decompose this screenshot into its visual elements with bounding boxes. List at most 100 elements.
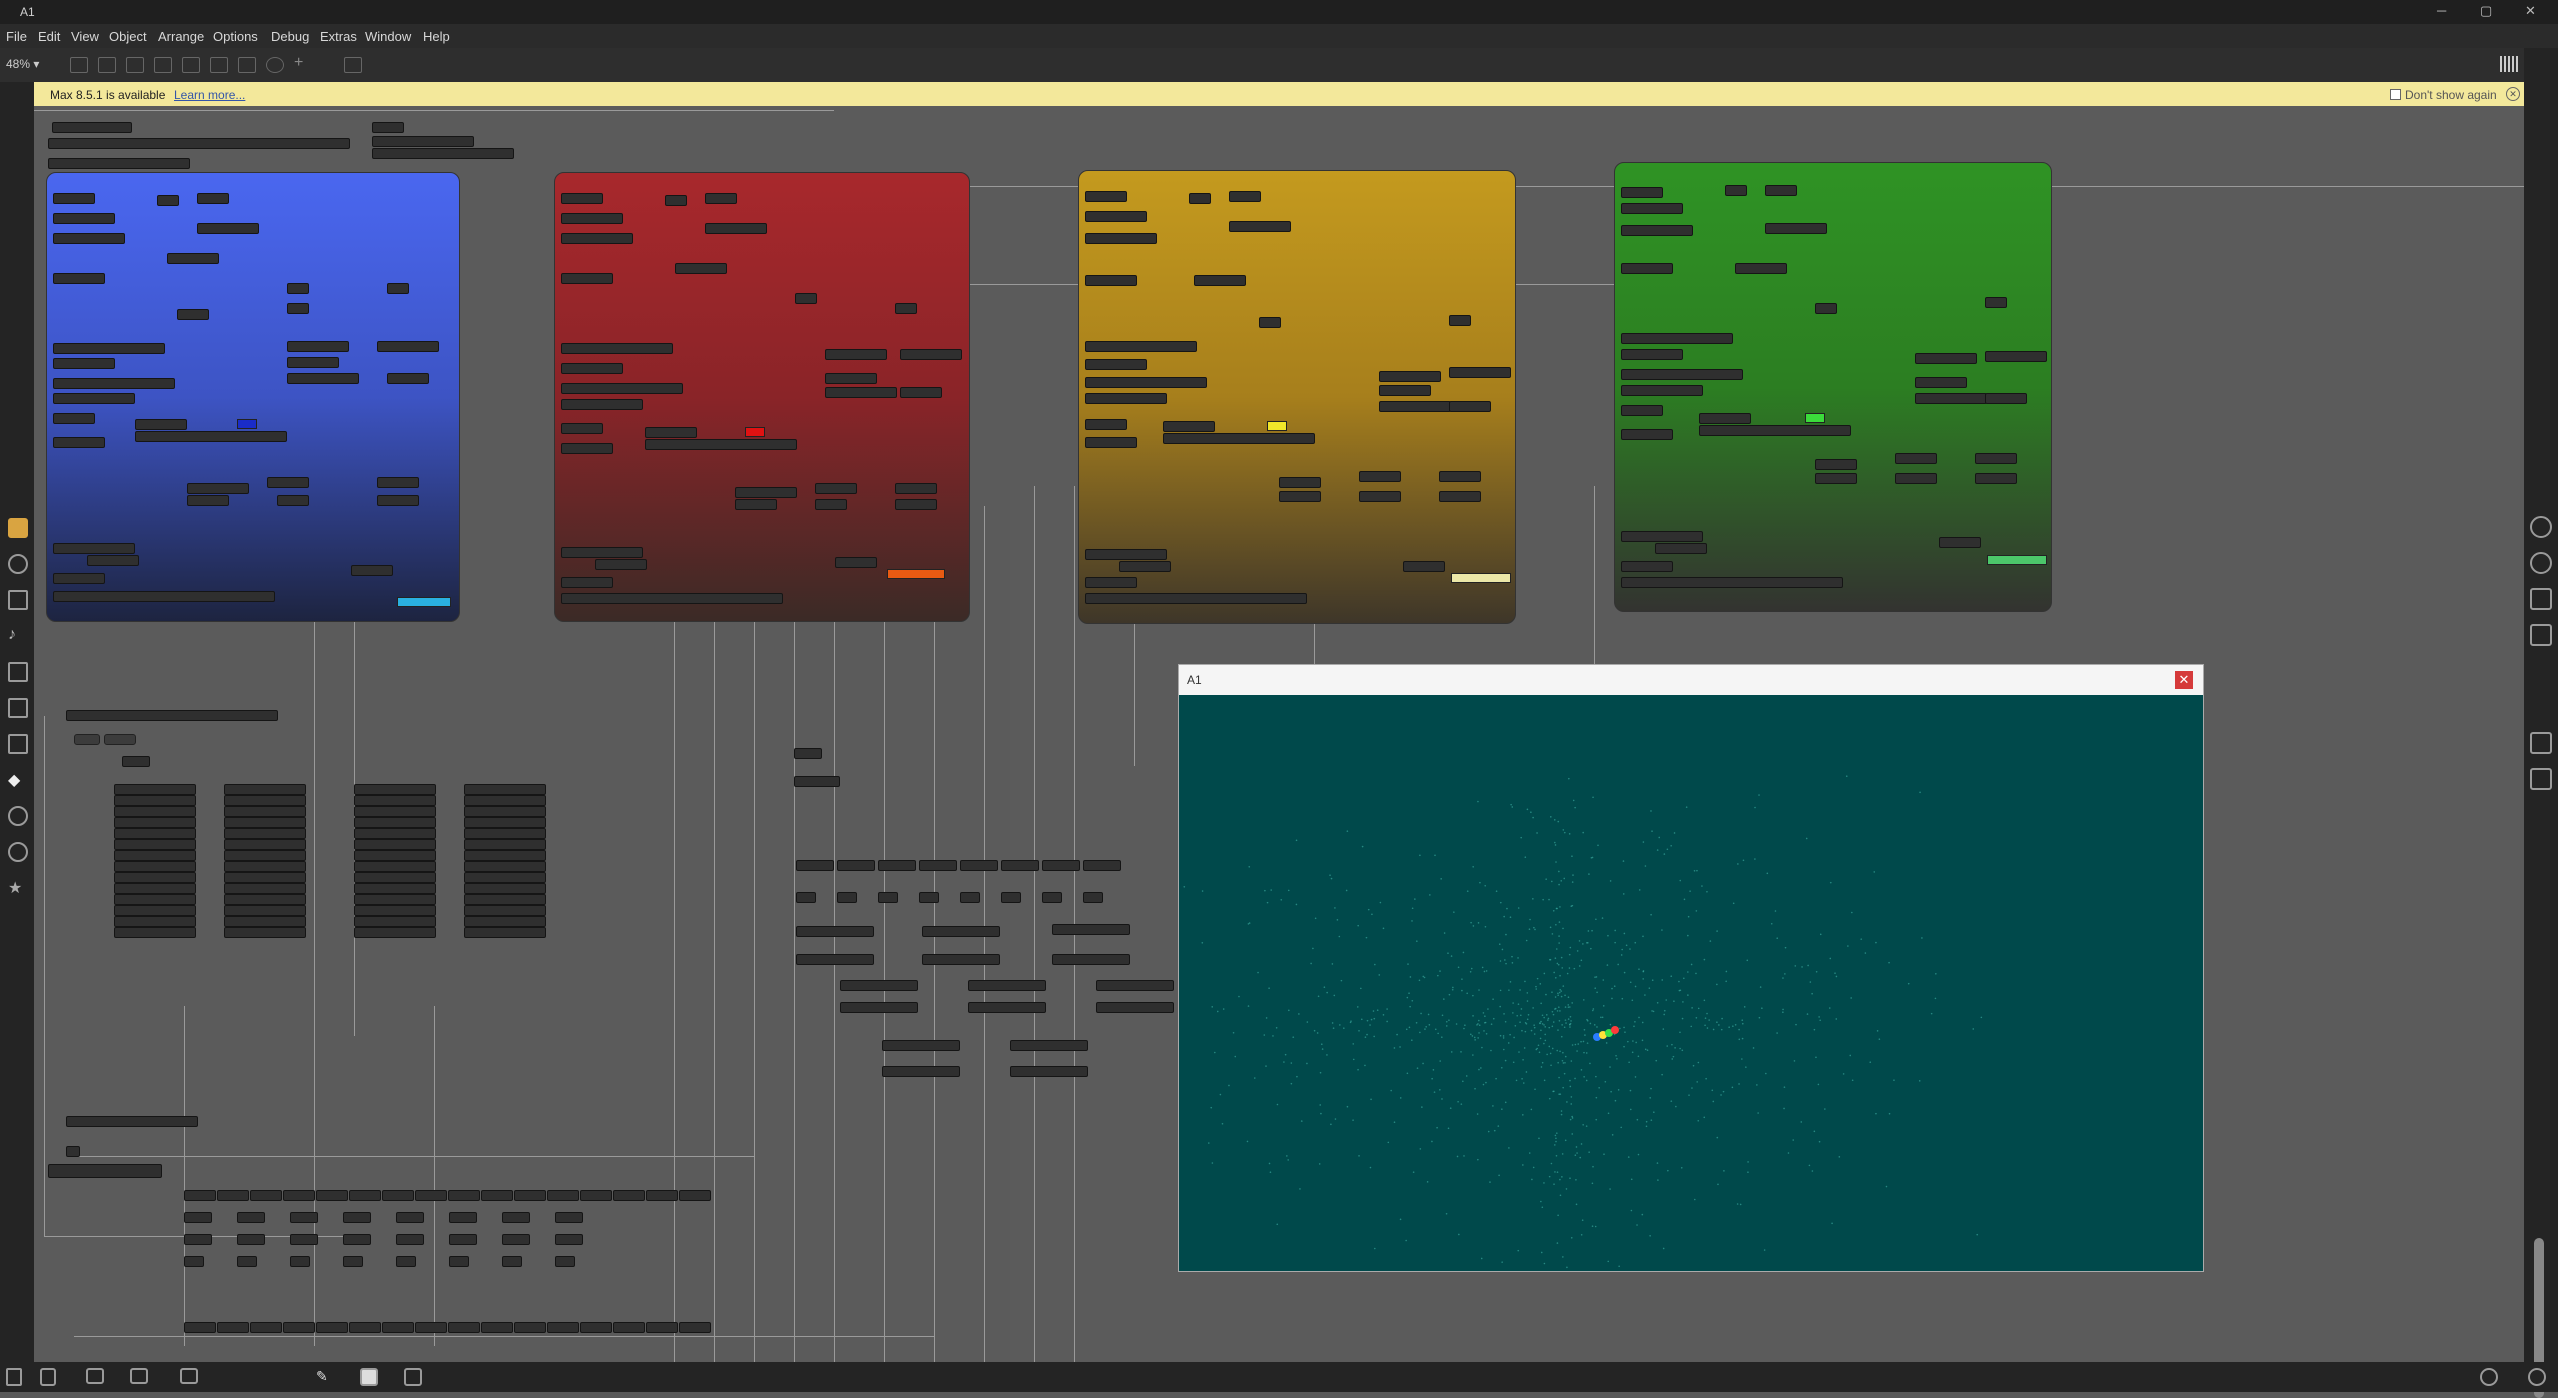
subscribe-object[interactable] <box>114 905 196 916</box>
paste-icon[interactable] <box>8 842 28 862</box>
subscribe-object[interactable] <box>114 850 196 861</box>
route-object[interactable] <box>613 1322 645 1333</box>
publish-object[interactable] <box>840 1002 918 1013</box>
route-object[interactable] <box>547 1190 579 1201</box>
forward-object[interactable] <box>237 1234 265 1245</box>
publish-object[interactable] <box>922 954 1000 965</box>
route-object[interactable] <box>448 1322 480 1333</box>
menu-file[interactable]: File <box>6 29 27 44</box>
search-icon[interactable] <box>2530 516 2552 538</box>
route-object[interactable] <box>837 860 875 871</box>
route-object[interactable] <box>316 1322 348 1333</box>
route-object[interactable] <box>481 1190 513 1201</box>
publish-object[interactable] <box>1010 1066 1088 1077</box>
menu-object[interactable]: Object <box>109 29 147 44</box>
publish-object[interactable] <box>882 1066 960 1077</box>
publish-object[interactable] <box>796 954 874 965</box>
number-box[interactable] <box>290 1256 310 1267</box>
play-step-icon[interactable] <box>8 662 28 682</box>
menu-arrange[interactable]: Arrange <box>158 29 204 44</box>
publish-object[interactable] <box>840 980 918 991</box>
image-icon[interactable] <box>8 698 28 718</box>
route-object[interactable] <box>919 860 957 871</box>
patcher-icon[interactable] <box>344 57 362 73</box>
route-object[interactable] <box>878 860 916 871</box>
menu-help[interactable]: Help <box>423 29 450 44</box>
publish-object[interactable] <box>922 926 1000 937</box>
message-icon[interactable] <box>98 57 116 73</box>
subscribe-object[interactable] <box>354 927 436 938</box>
subscribe-object[interactable] <box>114 817 196 828</box>
subscribe-object[interactable] <box>464 839 546 850</box>
subscribe-object[interactable] <box>464 872 546 883</box>
subscribe-object[interactable] <box>464 784 546 795</box>
number-box[interactable] <box>555 1256 575 1267</box>
subscribe-object[interactable] <box>354 806 436 817</box>
close-notice-icon[interactable]: ✕ <box>2506 87 2520 101</box>
route-object[interactable] <box>250 1322 282 1333</box>
publish-object[interactable] <box>1010 1040 1088 1051</box>
subscribe-object[interactable] <box>224 905 306 916</box>
menu-debug[interactable]: Debug <box>271 29 309 44</box>
subscribe-object[interactable] <box>114 806 196 817</box>
subscribe-object[interactable] <box>354 894 436 905</box>
piano-icon[interactable] <box>360 1368 378 1386</box>
browser-icon[interactable] <box>8 590 28 610</box>
forward-object[interactable] <box>502 1234 530 1245</box>
camera-icon[interactable] <box>2530 732 2552 754</box>
route-object[interactable] <box>415 1190 447 1201</box>
route-object[interactable] <box>316 1190 348 1201</box>
publish-object[interactable] <box>796 926 874 937</box>
subscribe-object[interactable] <box>114 828 196 839</box>
grid-icon[interactable] <box>404 1368 422 1386</box>
route-object[interactable] <box>184 1190 216 1201</box>
unpack-object[interactable] <box>343 1212 371 1223</box>
forward-object[interactable] <box>184 1234 212 1245</box>
subscribe-object[interactable] <box>354 839 436 850</box>
slider-icon[interactable] <box>210 57 228 73</box>
publish-object[interactable] <box>882 1040 960 1051</box>
route-object[interactable] <box>796 860 834 871</box>
route-object[interactable] <box>481 1322 513 1333</box>
number-box[interactable] <box>502 1256 522 1267</box>
subscribe-object[interactable] <box>224 795 306 806</box>
route-object[interactable] <box>679 1190 711 1201</box>
subscribe-object[interactable] <box>114 861 196 872</box>
publish-object[interactable] <box>968 980 1046 991</box>
publish-object[interactable] <box>968 1002 1046 1013</box>
number-icon[interactable] <box>182 57 200 73</box>
chat-icon[interactable] <box>86 1368 104 1384</box>
subscribe-object[interactable] <box>354 850 436 861</box>
learn-more-link[interactable]: Learn more... <box>174 88 245 102</box>
unpack-object[interactable] <box>237 1212 265 1223</box>
subscribe-object[interactable] <box>224 927 306 938</box>
route-object[interactable] <box>646 1190 678 1201</box>
route-object[interactable] <box>415 1322 447 1333</box>
star-icon[interactable]: ★ <box>8 878 24 897</box>
new-object-icon[interactable] <box>70 57 88 73</box>
route-object[interactable] <box>547 1322 579 1333</box>
route-object[interactable] <box>184 1322 216 1333</box>
number-box[interactable] <box>960 892 980 903</box>
route-object[interactable] <box>514 1322 546 1333</box>
subscribe-object[interactable] <box>464 883 546 894</box>
subscribe-object[interactable] <box>224 828 306 839</box>
subscribe-object[interactable] <box>464 828 546 839</box>
blue-particle-panel[interactable] <box>46 172 460 622</box>
route-object[interactable] <box>382 1322 414 1333</box>
subscribe-object[interactable] <box>114 872 196 883</box>
clip-icon[interactable] <box>8 734 28 754</box>
subscribe-object[interactable] <box>114 916 196 927</box>
subscribe-object[interactable] <box>114 927 196 938</box>
subscribe-object[interactable] <box>224 817 306 828</box>
forward-object[interactable] <box>290 1234 318 1245</box>
route-object[interactable] <box>283 1190 315 1201</box>
unpack-object[interactable] <box>290 1212 318 1223</box>
number-box[interactable] <box>184 1256 204 1267</box>
route-object[interactable] <box>250 1190 282 1201</box>
number-box[interactable] <box>396 1256 416 1267</box>
unpack-object[interactable] <box>449 1212 477 1223</box>
forward-icon[interactable] <box>8 806 28 826</box>
unpack-object[interactable] <box>502 1212 530 1223</box>
subscribe-object[interactable] <box>114 883 196 894</box>
